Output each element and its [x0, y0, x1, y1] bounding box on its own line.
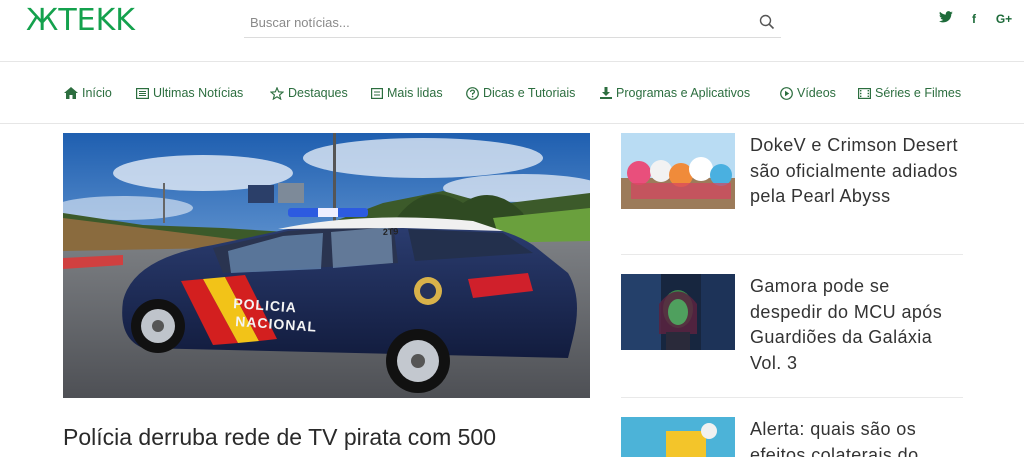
site-logo[interactable]: ЖTEKK: [26, 4, 135, 38]
star-icon: [270, 86, 284, 100]
main-nav: Início Ultimas Notícias Destaques Mais l…: [0, 62, 1024, 124]
search-icon[interactable]: [759, 14, 775, 30]
article-thumbnail: [621, 274, 735, 350]
home-icon: [64, 87, 78, 99]
sidebar-article[interactable]: DokeV e Crimson Desert são oficialmente …: [621, 133, 963, 243]
question-circle-icon: [466, 86, 479, 100]
nav-label: Vídeos: [797, 86, 836, 100]
featured-article-image[interactable]: 2T9 POLICIA NACIONAL: [63, 133, 590, 398]
divider: [621, 254, 963, 255]
nav-item-dicas-tutoriais[interactable]: Dicas e Tutoriais: [466, 84, 575, 102]
sidebar-article[interactable]: Alerta: quais são os efeitos colaterais …: [621, 417, 963, 457]
newspaper-icon: [136, 87, 149, 99]
nav-label: Destaques: [288, 86, 348, 100]
article-thumbnail: [621, 133, 735, 209]
nav-item-mais-lidas[interactable]: Mais lidas: [371, 84, 443, 102]
nav-item-inicio[interactable]: Início: [64, 84, 112, 102]
divider: [621, 397, 963, 398]
google-plus-icon[interactable]: G+: [994, 10, 1014, 28]
nav-label: Programas e Aplicativos: [616, 86, 751, 100]
sidebar-article-title: Gamora pode se despedir do MCU após Guar…: [750, 276, 943, 373]
nav-item-ultimas-noticias[interactable]: Ultimas Notícias: [136, 84, 243, 102]
sidebar-article-title: Alerta: quais são os efeitos colaterais …: [750, 419, 919, 457]
film-icon: [858, 87, 871, 99]
nav-label: Início: [82, 86, 112, 100]
nav-item-videos[interactable]: Vídeos: [780, 84, 836, 102]
twitter-icon[interactable]: [938, 10, 954, 28]
sidebar-article[interactable]: Gamora pode se despedir do MCU após Guar…: [621, 274, 963, 384]
nav-item-destaques[interactable]: Destaques: [270, 84, 348, 102]
download-icon: [600, 87, 612, 99]
nav-item-programas-aplicativos[interactable]: Programas e Aplicativos: [600, 84, 750, 102]
featured-article-title[interactable]: Polícia derruba rede de TV pirata com 50…: [63, 422, 603, 452]
search-input[interactable]: [244, 8, 744, 36]
nav-label: Dicas e Tutoriais: [483, 86, 576, 100]
play-circle-icon: [780, 86, 793, 100]
search-bar: [244, 8, 781, 38]
article-thumbnail: [621, 417, 735, 457]
sidebar-article-title: DokeV e Crimson Desert são oficialmente …: [750, 135, 958, 206]
nav-label: Ultimas Notícias: [153, 86, 244, 100]
list-icon: [371, 87, 383, 99]
facebook-icon[interactable]: f: [968, 10, 980, 28]
nav-label: Séries e Filmes: [875, 86, 962, 100]
car-number-text: 2T9: [383, 226, 399, 237]
nav-label: Mais lidas: [387, 86, 443, 100]
nav-item-series-filmes[interactable]: Séries e Filmes: [858, 84, 961, 102]
site-header: ЖTEKK f G+: [0, 0, 1024, 62]
